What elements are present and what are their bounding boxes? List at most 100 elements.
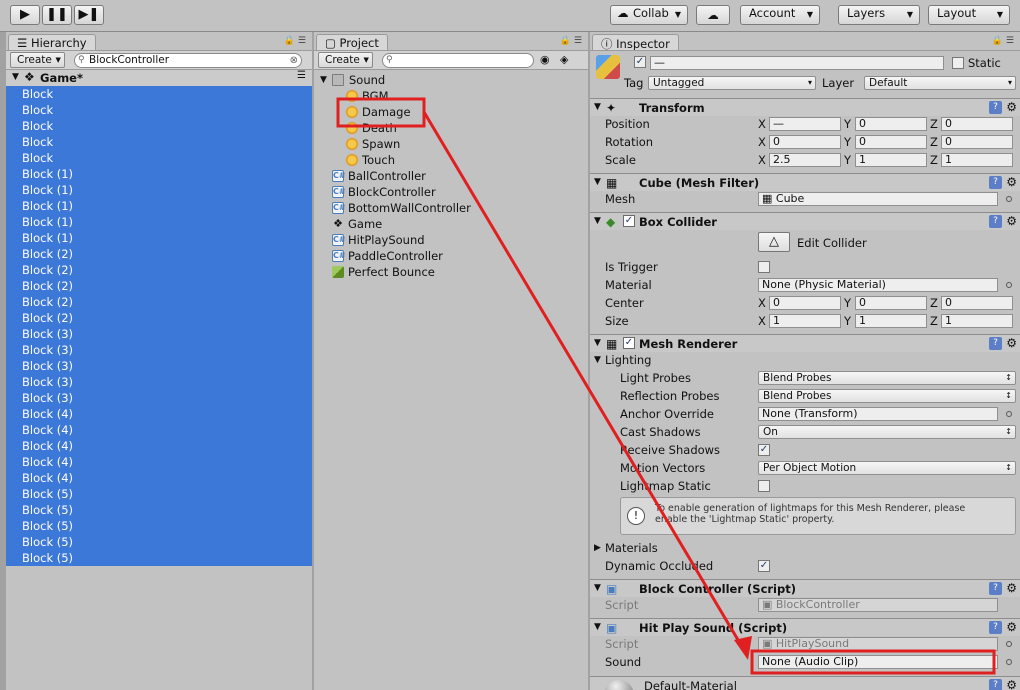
hierarchy-row[interactable]: Block (1) [6,214,312,230]
hierarchy-row[interactable]: Block (3) [6,326,312,342]
physic-material-field[interactable]: None (Physic Material) [758,278,998,292]
rotation-x-field[interactable]: 0 [769,135,841,149]
transform-header[interactable]: ▼ ✦ Transform ? ⚙ [590,98,1020,116]
object-picker-icon[interactable] [1006,411,1012,417]
static-checkbox[interactable] [952,57,964,69]
pause-button[interactable]: ❚❚ [42,5,72,25]
filter-by-label-icon[interactable]: ◈ [560,53,568,66]
gear-icon[interactable]: ⚙ [1006,678,1017,690]
box-collider-header[interactable]: ▼ ◆ ✓ Box Collider ? ⚙ [590,212,1020,230]
hierarchy-row[interactable]: Block (2) [6,310,312,326]
panel-menu-icon[interactable]: 🔒 ☰ [560,36,582,46]
expand-arrow-icon[interactable]: ▼ [320,72,327,88]
scene-menu-icon[interactable]: ☰ [297,70,306,81]
hierarchy-row[interactable]: Block (2) [6,262,312,278]
hierarchy-row[interactable]: Block (5) [6,518,312,534]
collab-button[interactable]: ☁ Collab ▼ [610,5,688,25]
mesh-filter-header[interactable]: ▼ ▦ Cube (Mesh Filter) ? ⚙ [590,173,1020,191]
object-picker-icon[interactable] [1006,641,1012,647]
fold-arrow-icon[interactable]: ▼ [594,177,601,187]
anchor-override-field[interactable]: None (Transform) [758,407,998,421]
is-trigger-checkbox[interactable] [758,261,770,273]
scale-y-field[interactable]: 1 [855,153,927,167]
play-button[interactable]: ▶ [10,5,40,25]
hierarchy-row[interactable]: Block (1) [6,182,312,198]
box-collider-enabled-checkbox[interactable]: ✓ [623,215,635,227]
hit-play-sound-header[interactable]: ▼ ▣ Hit Play Sound (Script) ? ⚙ [590,618,1020,636]
receive-shadows-checkbox[interactable]: ✓ [758,444,770,456]
light-probes-dropdown[interactable]: Blend Probes ↕ [758,371,1016,385]
help-icon[interactable]: ? [989,679,1002,690]
gear-icon[interactable]: ⚙ [1006,175,1017,189]
hierarchy-row[interactable]: Block (2) [6,278,312,294]
fold-arrow-icon[interactable]: ▼ [594,353,601,367]
object-picker-icon[interactable] [1006,282,1012,288]
rotation-y-field[interactable]: 0 [855,135,927,149]
edit-collider-button[interactable]: △ [758,232,790,252]
expand-arrow-icon[interactable]: ▼ [12,72,19,82]
step-button[interactable]: ▶❚ [74,5,104,25]
object-picker-icon[interactable] [1006,659,1012,665]
cloud-button[interactable]: ☁ [696,5,730,25]
help-icon[interactable]: ? [989,176,1002,189]
rotation-z-field[interactable]: 0 [941,135,1013,149]
size-y-field[interactable]: 1 [855,314,927,328]
fold-arrow-icon[interactable]: ▼ [594,338,601,348]
center-x-field[interactable]: 0 [769,296,841,310]
hierarchy-row[interactable]: Block (2) [6,294,312,310]
hierarchy-row[interactable]: Block [6,118,312,134]
fold-arrow-icon[interactable]: ▼ [594,583,601,593]
fold-arrow-icon[interactable]: ▶ [594,541,601,555]
dynamic-occluded-checkbox[interactable]: ✓ [758,560,770,572]
scale-z-field[interactable]: 1 [941,153,1013,167]
size-z-field[interactable]: 1 [941,314,1013,328]
hierarchy-row[interactable]: Block (5) [6,502,312,518]
hierarchy-row[interactable]: Block (4) [6,454,312,470]
object-name-field[interactable]: — [650,56,944,70]
fold-arrow-icon[interactable]: ▼ [594,216,601,226]
motion-vectors-dropdown[interactable]: Per Object Motion ↕ [758,461,1016,475]
hierarchy-row[interactable]: Block (4) [6,406,312,422]
hierarchy-row[interactable]: Block (1) [6,166,312,182]
help-icon[interactable]: ? [989,582,1002,595]
layer-dropdown[interactable]: Default ▾ [864,76,1016,90]
help-icon[interactable]: ? [989,621,1002,634]
panel-menu-icon[interactable]: 🔒 ☰ [284,36,306,46]
filter-by-type-icon[interactable]: ◉ [540,53,550,66]
hierarchy-row[interactable]: Block (3) [6,358,312,374]
scale-x-field[interactable]: 2.5 [769,153,841,167]
account-dropdown[interactable]: Account ▼ [740,5,820,25]
clear-search-icon[interactable]: ⊗ [290,54,298,67]
size-x-field[interactable]: 1 [769,314,841,328]
tag-dropdown[interactable]: Untagged ▾ [648,76,816,90]
hierarchy-search-input[interactable]: ⚲ BlockController ⊗ [74,53,302,68]
lightmap-static-checkbox[interactable] [758,480,770,492]
hierarchy-row[interactable]: Block [6,134,312,150]
layout-dropdown[interactable]: Layout ▼ [928,5,1010,25]
help-icon[interactable]: ? [989,337,1002,350]
hierarchy-row[interactable]: Block [6,102,312,118]
default-material-header[interactable]: Default-Material ? ⚙ [590,676,1020,690]
create-dropdown[interactable]: Create ▼ [318,52,373,68]
fold-arrow-icon[interactable]: ▼ [594,622,601,632]
hierarchy-row[interactable]: Block [6,150,312,166]
hierarchy-row[interactable]: Block (3) [6,342,312,358]
hierarchy-row[interactable]: Block (2) [6,246,312,262]
gear-icon[interactable]: ⚙ [1006,620,1017,634]
panel-menu-icon[interactable]: 🔒 ☰ [992,36,1014,46]
mesh-renderer-enabled-checkbox[interactable]: ✓ [623,337,635,349]
hierarchy-row[interactable]: Block [6,86,312,102]
gear-icon[interactable]: ⚙ [1006,581,1017,595]
scene-row[interactable]: ▼ ❖ Game* ☰ [6,70,312,86]
hierarchy-row[interactable]: Block (5) [6,534,312,550]
object-picker-icon[interactable] [1006,196,1012,202]
help-icon[interactable]: ? [989,101,1002,114]
hierarchy-row[interactable]: Block (1) [6,230,312,246]
active-checkbox[interactable]: ✓ [634,56,646,68]
mesh-field[interactable]: ▦ Cube [758,192,998,206]
hierarchy-row[interactable]: Block (4) [6,422,312,438]
cast-shadows-dropdown[interactable]: On ↕ [758,425,1016,439]
gear-icon[interactable]: ⚙ [1006,100,1017,114]
position-x-field[interactable]: — [769,117,841,131]
hierarchy-row[interactable]: Block (5) [6,550,312,566]
